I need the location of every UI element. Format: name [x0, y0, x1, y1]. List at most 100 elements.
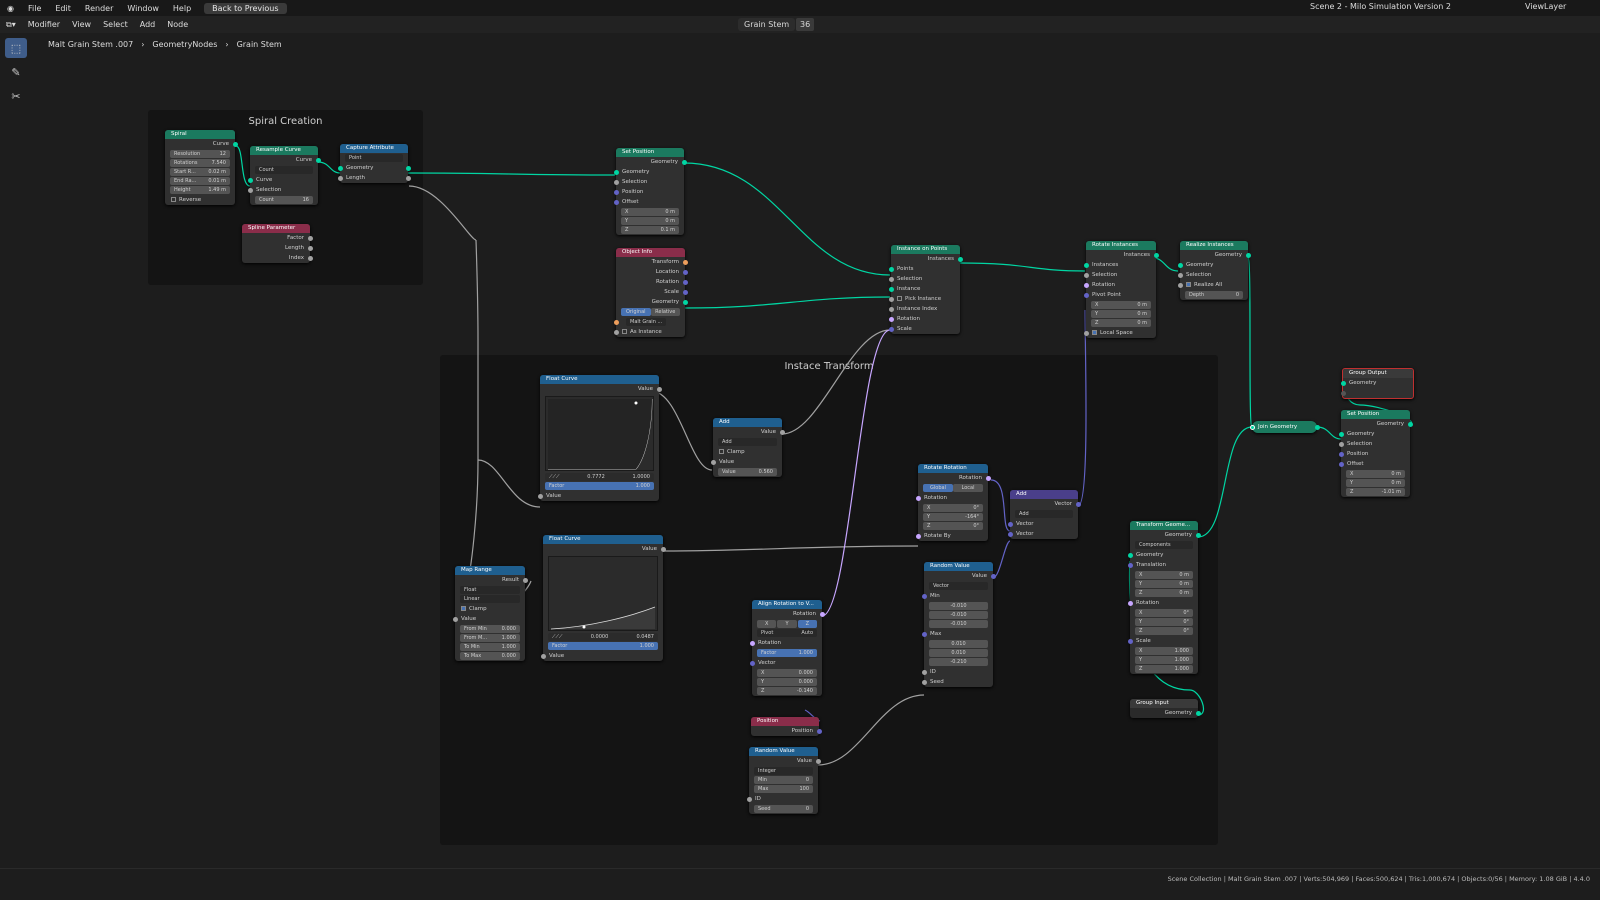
node-position[interactable]: Position Position	[751, 717, 822, 736]
field-ry[interactable]: Y 0°	[1135, 618, 1193, 626]
socket[interactable]	[1340, 390, 1346, 396]
socket[interactable]	[537, 493, 543, 499]
node-group-input[interactable]: Group Input Geometry	[1130, 699, 1201, 718]
toggle-local[interactable]: Local	[953, 484, 983, 492]
socket[interactable]	[307, 245, 313, 251]
node-group-output[interactable]: Group Output Geometry	[1340, 368, 1414, 399]
field-ty[interactable]: Y 0 m	[1135, 580, 1193, 588]
socket[interactable]	[819, 611, 825, 617]
socket[interactable]	[1083, 282, 1089, 288]
field-y[interactable]: Y 0.000	[757, 678, 817, 686]
socket[interactable]	[746, 796, 752, 802]
field-rx[interactable]: X 0°	[1135, 609, 1193, 617]
field-tx[interactable]: X 0 m	[1135, 571, 1193, 579]
node-spiral[interactable]: Spiral Curve Resolution 12 Rotations 7.540…	[165, 130, 238, 205]
field-factor[interactable]: Factor 1.000	[548, 642, 658, 650]
field-height[interactable]: Height 1.49 m	[170, 186, 230, 194]
socket[interactable]	[1153, 252, 1159, 258]
socket[interactable]	[682, 279, 688, 285]
pivot-dropdown[interactable]: Pivot Auto	[757, 629, 817, 637]
socket[interactable]	[921, 593, 927, 599]
node-float-curve[interactable]: Float Curve Value ⟋⟋⟋ 0.7772 1.0000 Factor…	[537, 375, 662, 501]
socket[interactable]	[1127, 552, 1133, 558]
curve-point-values[interactable]: ⟋⟋⟋ 0.0000 0.0487	[548, 633, 658, 641]
field-pivot-z[interactable]: Z 0 m	[1091, 319, 1151, 327]
field-min[interactable]: Min 0	[754, 776, 813, 784]
checkbox[interactable]	[719, 449, 724, 454]
socket[interactable]	[888, 316, 894, 322]
field-pivot-y[interactable]: Y 0 m	[1091, 310, 1151, 318]
field-x[interactable]: X 0.000	[757, 669, 817, 677]
field-z[interactable]: Z -0.140	[757, 687, 817, 695]
socket[interactable]	[1075, 501, 1081, 507]
field-depth[interactable]: Depth 0	[1185, 291, 1243, 299]
node-resample-curve[interactable]: Resample Curve Curve Count Curve Selecti…	[247, 146, 321, 205]
field-end-radius[interactable]: End Ra... 0.01 m	[170, 177, 230, 185]
checkbox-reverse[interactable]: Reverse	[165, 195, 235, 205]
field-min-z[interactable]: -0.010	[929, 620, 988, 628]
socket[interactable]	[1083, 262, 1089, 268]
node-math-add[interactable]: Add Value Add Clamp Value Value 0.560	[710, 418, 785, 477]
socket[interactable]	[888, 276, 894, 282]
field-x[interactable]: X 0°	[923, 504, 983, 512]
socket[interactable]	[921, 679, 927, 685]
socket[interactable]	[682, 259, 688, 265]
socket[interactable]	[307, 255, 313, 261]
socket[interactable]	[749, 640, 755, 646]
field-tz[interactable]: Z 0 m	[1135, 589, 1193, 597]
node-set-position[interactable]: Set Position Geometry Geometry Selection…	[1338, 410, 1413, 497]
node-map-range[interactable]: Map Range Result Float Linear Clamp Valu…	[452, 566, 528, 661]
socket[interactable]	[816, 728, 822, 734]
socket[interactable]	[1338, 441, 1344, 447]
field-rotations[interactable]: Rotations 7.540	[170, 159, 230, 167]
field-count[interactable]: Count 16	[255, 196, 313, 204]
socket[interactable]	[613, 179, 619, 185]
node-random-value[interactable]: Random Value Value Vector Min -0.010 -0.…	[921, 562, 996, 687]
field-resolution[interactable]: Resolution 12	[170, 150, 230, 158]
axis-y[interactable]: Y	[777, 620, 797, 628]
socket[interactable]	[1177, 282, 1183, 288]
socket[interactable]	[1195, 532, 1201, 538]
checkbox[interactable]	[897, 296, 902, 301]
node-set-position[interactable]: Set Position Geometry Geometry Selection…	[613, 148, 687, 235]
socket[interactable]	[337, 165, 343, 171]
field-factor[interactable]: Factor 1.000	[757, 649, 817, 657]
socket[interactable]	[1177, 262, 1183, 268]
checkbox[interactable]	[171, 197, 176, 202]
field-min-x[interactable]: -0.010	[929, 602, 988, 610]
checkbox-clamp[interactable]: Clamp	[713, 447, 782, 457]
socket[interactable]	[405, 175, 411, 181]
socket[interactable]	[888, 306, 894, 312]
socket[interactable]	[307, 235, 313, 241]
object-field[interactable]: Malt Grain ...	[626, 318, 667, 326]
node-spline-parameter[interactable]: Spline Parameter Factor Length Index	[242, 224, 313, 263]
socket[interactable]	[681, 159, 687, 165]
socket[interactable]	[682, 289, 688, 295]
type-dropdown[interactable]: Float	[460, 586, 520, 594]
curve-point-values[interactable]: ⟋⟋⟋ 0.7772 1.0000	[545, 473, 654, 481]
socket[interactable]	[315, 157, 321, 163]
node-float-curve[interactable]: Float Curve Value ⟋⟋⟋ 0.0000 0.0487 Factor…	[540, 535, 666, 661]
field-y[interactable]: Y -164°	[923, 513, 983, 521]
socket[interactable]	[656, 386, 662, 392]
socket[interactable]	[232, 141, 238, 147]
node-vector-add[interactable]: Add Vector Add Vector Vector	[1007, 490, 1081, 539]
socket[interactable]	[1314, 424, 1320, 430]
field-max-y[interactable]: 0.010	[929, 649, 988, 657]
field-offset-z[interactable]: Z 0.1 m	[621, 226, 679, 234]
socket[interactable]	[1407, 421, 1413, 427]
socket[interactable]	[915, 533, 921, 539]
socket[interactable]	[682, 269, 688, 275]
operation-dropdown[interactable]: Add	[718, 438, 777, 446]
socket[interactable]	[247, 187, 253, 193]
field-max-z[interactable]: -0.210	[929, 658, 988, 666]
checkbox[interactable]	[461, 606, 466, 611]
socket[interactable]	[1245, 252, 1251, 258]
axis-z[interactable]: Z	[797, 620, 817, 628]
socket[interactable]	[540, 653, 546, 659]
socket[interactable]	[613, 329, 619, 335]
socket[interactable]	[921, 669, 927, 675]
socket[interactable]	[613, 199, 619, 205]
field-to-min[interactable]: To Min 1.000	[460, 643, 520, 651]
node-join-geometry[interactable]: Join Geometry	[1249, 421, 1320, 433]
